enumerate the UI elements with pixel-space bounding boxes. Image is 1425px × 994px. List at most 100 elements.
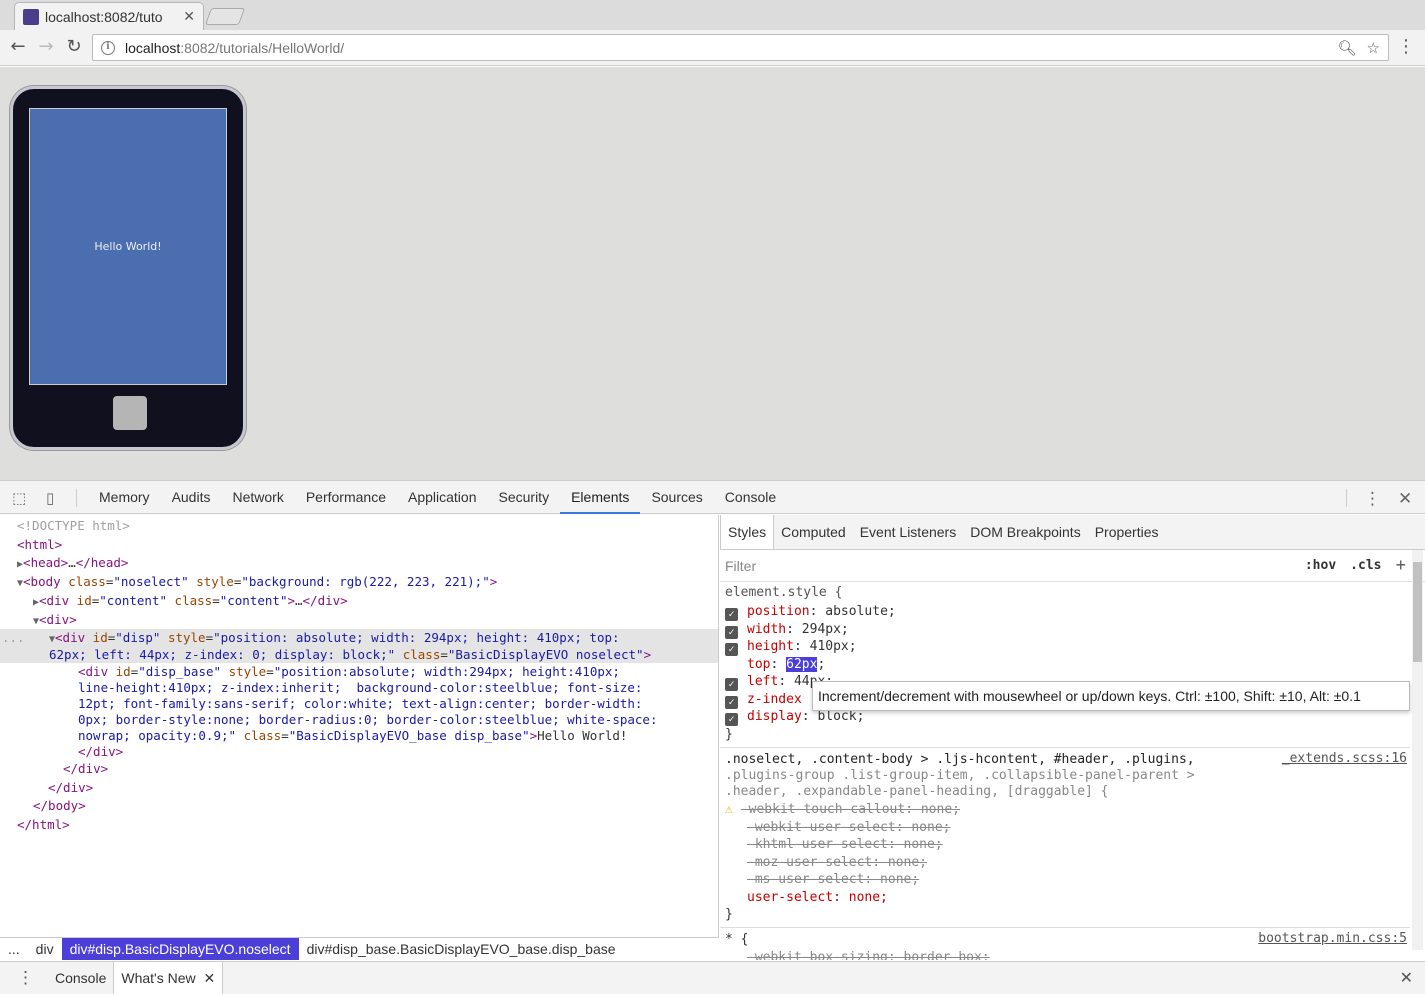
tab-performance[interactable]: Performance (295, 481, 397, 514)
divider (720, 747, 1410, 748)
add-rule-icon[interactable]: + (1395, 555, 1406, 576)
checkbox-icon: ✓ (725, 713, 738, 726)
back-icon[interactable]: ← (6, 36, 30, 58)
divider (76, 489, 77, 507)
phone-frame: Hello World! (10, 86, 246, 450)
rule-close-brace: } (725, 907, 733, 922)
hov-toggle[interactable]: :hov (1305, 558, 1336, 573)
close-tab-icon[interactable]: ✕ (183, 9, 195, 25)
browser-tab[interactable]: localhost:8082/tuto ✕ (14, 2, 204, 30)
tab-dom-breakpoints[interactable]: DOM Breakpoints (963, 515, 1087, 549)
hello-world-text: Hello World! (94, 240, 162, 253)
devtools-tab-bar: ⬚ ▯ Memory Audits Network Performance Ap… (0, 480, 1425, 514)
checkbox-icon: ✓ (725, 608, 738, 621)
breadcrumb-ellipsis[interactable]: ... (0, 938, 28, 960)
address-bar[interactable]: i localhost:8082/tutorials/HelloWorld/ 🔍… (92, 34, 1389, 61)
breadcrumb-disp[interactable]: div#disp.BasicDisplayEVO.noselect (61, 938, 299, 960)
styles-scrollbar[interactable] (1412, 550, 1423, 950)
tree-head[interactable]: ▶<head>…</head> (17, 554, 128, 573)
scroll-thumb[interactable] (1413, 562, 1422, 662)
style-prop-struck[interactable]: -webkit-box-sizing: border-box; (747, 949, 990, 960)
style-prop-struck[interactable]: ⚠ -webkit-touch-callout: none; (725, 801, 960, 819)
source-link[interactable]: _extends.scss:16 (1282, 751, 1407, 766)
divider (1346, 489, 1347, 507)
drawer-tab-whats-new[interactable]: What's New ✕ (113, 962, 224, 994)
tab-audits[interactable]: Audits (161, 481, 222, 514)
bookmark-star-icon[interactable]: ☆ (1367, 39, 1380, 57)
phone-home-button[interactable] (113, 396, 147, 430)
tree-close-body: </body> (33, 798, 86, 813)
rule2-selector: .plugins-group .list-group-item, .collap… (725, 768, 1195, 783)
tab-event-listeners[interactable]: Event Listeners (853, 515, 964, 549)
style-prop-struck[interactable]: -ms-user-select: none; (747, 871, 919, 889)
tree-close-html: </html> (17, 817, 70, 832)
browser-menu-icon[interactable]: ⋮ (1397, 36, 1415, 57)
url-text: localhost:8082/tutorials/HelloWorld/ (125, 39, 345, 56)
styles-filter-input[interactable]: Filter (725, 558, 1305, 574)
zoom-icon[interactable]: 🔍︎ (1338, 39, 1357, 57)
reload-icon[interactable]: ↻ (62, 36, 86, 58)
drawer-menu-icon[interactable]: ⋮ (17, 968, 34, 988)
rule2-selector: .noselect, .content-body > .ljs-hcontent… (725, 752, 1195, 767)
elements-tree: <!DOCTYPE html> <html> ▶<head>…</head> ▼… (0, 515, 719, 937)
style-prop-struck[interactable]: -webkit-user-select: none; (747, 819, 951, 837)
phone-screen[interactable]: Hello World! (29, 108, 227, 385)
cls-toggle[interactable]: .cls (1350, 558, 1381, 573)
info-icon[interactable]: i (101, 40, 115, 55)
tab-memory[interactable]: Memory (88, 481, 161, 514)
style-prop-position[interactable]: ✓ position: absolute; (725, 603, 896, 621)
tree-disp-base-style: 12pt; font-family:sans-serif; color:whit… (78, 696, 643, 711)
tree-disp-selected[interactable]: ... ▼<div id="disp" style="position: abso… (0, 629, 718, 663)
style-prop-width[interactable]: ✓ width: 294px; (725, 621, 849, 639)
tab-computed[interactable]: Computed (774, 515, 853, 549)
new-tab-button[interactable] (204, 8, 246, 25)
page-viewport: Hello World! (0, 67, 1425, 480)
tree-doctype[interactable]: <!DOCTYPE html> (17, 517, 130, 534)
tree-div[interactable]: ▼<div> (33, 611, 77, 630)
breadcrumb-div[interactable]: div (28, 938, 62, 960)
style-prop-top[interactable]: top: 62px; (747, 656, 825, 674)
style-prop-zindex[interactable]: ✓ z-index (725, 691, 802, 709)
breadcrumb-disp-base[interactable]: div#disp_base.BasicDisplayEVO_base.disp_… (299, 938, 624, 960)
styles-panel: Styles Computed Event Listeners DOM Brea… (720, 515, 1425, 960)
forward-icon[interactable]: → (34, 36, 58, 58)
tree-disp-base[interactable]: <div id="disp_base" style="position:abso… (78, 663, 620, 680)
tree-html[interactable]: <html> (17, 536, 62, 553)
tab-console[interactable]: Console (714, 481, 787, 514)
top-value-editing[interactable]: 62px (786, 657, 818, 672)
tree-close-div: </div> (63, 761, 109, 776)
inspect-element-icon[interactable]: ⬚ (12, 489, 26, 507)
tree-body[interactable]: ▼<body class="noselect" style="backgroun… (17, 573, 497, 592)
tab-sources[interactable]: Sources (640, 481, 713, 514)
tab-styles[interactable]: Styles (720, 515, 775, 549)
tab-security[interactable]: Security (488, 481, 561, 514)
devtools-drawer: ⋮ Console What's New ✕ ✕ (0, 961, 1425, 994)
styles-tabs: Styles Computed Event Listeners DOM Brea… (720, 515, 1425, 550)
style-prop-height[interactable]: ✓ height: 410px; (725, 638, 857, 656)
close-devtools-icon[interactable]: ✕ (1398, 489, 1412, 509)
warning-icon: ⚠ (725, 802, 733, 817)
device-toolbar-icon[interactable]: ▯ (46, 489, 54, 507)
close-drawer-icon[interactable]: ✕ (1400, 968, 1413, 988)
filter-row: Filter :hov .cls + (720, 550, 1425, 582)
style-prop-struck[interactable]: -moz-user-select: none; (747, 854, 927, 872)
checkbox-icon: ✓ (725, 643, 738, 656)
tab-application[interactable]: Application (397, 481, 488, 514)
drawer-tab-console[interactable]: Console (48, 962, 113, 994)
divider (720, 927, 1410, 928)
rule-close-brace: } (725, 727, 733, 742)
close-tab-icon: ✕ (203, 970, 216, 986)
devtools-menu-icon[interactable]: ⋮ (1364, 489, 1381, 509)
source-link[interactable]: bootstrap.min.css:5 (1258, 931, 1407, 946)
tab-elements[interactable]: Elements (560, 481, 641, 514)
tooltip: Increment/decrement with mousewheel or u… (812, 681, 1410, 711)
tab-properties[interactable]: Properties (1088, 515, 1166, 549)
devtools-tabs: Memory Audits Network Performance Applic… (88, 481, 787, 514)
tab-network[interactable]: Network (221, 481, 294, 514)
tab-strip: localhost:8082/tuto ✕ (0, 0, 1425, 30)
style-prop-user-select[interactable]: user-select: none; (747, 889, 888, 907)
style-prop-struck[interactable]: -khtml-user-select: none; (747, 836, 943, 854)
tree-disp-base-style: line-height:410px; z-index:inherit; back… (78, 680, 643, 695)
tree-close-div: </div> (48, 780, 94, 795)
tree-content-div[interactable]: ▶<div id="content" class="content">…</di… (33, 592, 348, 611)
